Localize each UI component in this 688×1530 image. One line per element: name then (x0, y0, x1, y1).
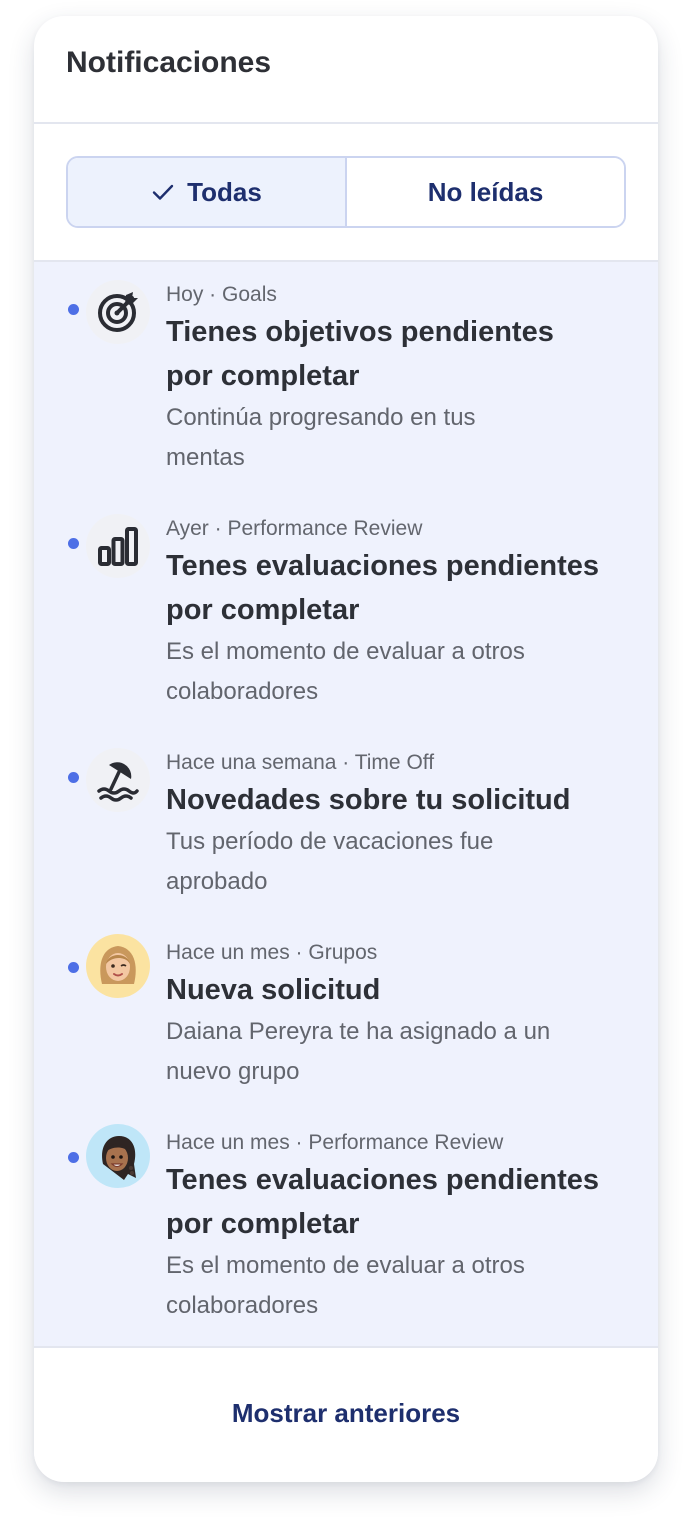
unread-dot (68, 538, 79, 549)
page-title: Notificaciones (66, 46, 272, 79)
notification-description-line: Tus período de vacaciones fue (166, 828, 494, 855)
avatar-braids-woman-icon (86, 1124, 150, 1188)
notification-description-line: colaboradores (166, 678, 319, 705)
notification-title-line: Nueva solicitud (166, 974, 381, 1006)
notification-description-line: nuevo grupo (166, 1058, 300, 1085)
notification-description-line: aprobado (166, 868, 268, 895)
notification-list: Hoy · Goals Tienes objetivos pendientes … (34, 262, 658, 1346)
filter-all-label: Todas (187, 176, 262, 207)
avatar-blonde-woman-icon (86, 934, 150, 998)
panel-header: Notificaciones (34, 16, 658, 124)
notifications-panel: Notificaciones Todas No leídas Hoy · Goa… (34, 16, 658, 1482)
notification-description-line: mentas (166, 444, 245, 471)
notification-description-line: Continúa progresando en tus (166, 404, 476, 431)
notification-meta: Hace una semana · Time Off (166, 751, 435, 774)
notification-item[interactable]: Hace un mes · Performance Review Tenes e… (34, 1124, 658, 1362)
filter-unread-button[interactable]: No leídas (347, 158, 624, 226)
unread-dot (68, 962, 79, 973)
panel-footer: Mostrar anteriores (34, 1346, 658, 1480)
notification-title-line: por completar (166, 360, 360, 392)
unread-dot (68, 304, 79, 315)
notification-title-line: por completar (166, 594, 360, 626)
bar-chart-icon (86, 514, 150, 578)
notification-description-line: Daiana Pereyra te ha asignado a un (166, 1018, 551, 1045)
filter-all-button[interactable]: Todas (68, 158, 347, 226)
notification-description-line: Es el momento de evaluar a otros (166, 638, 525, 665)
notification-item[interactable]: Hace un mes · Grupos Nueva solicitud Dai… (34, 934, 658, 1128)
notification-meta: Hace un mes · Grupos (166, 941, 378, 964)
filter-segmented-control: Todas No leídas (66, 156, 626, 228)
notification-meta: Hace un mes · Performance Review (166, 1131, 504, 1154)
notification-meta: Hoy · Goals (166, 283, 277, 306)
target-icon (86, 280, 150, 344)
unread-dot (68, 772, 79, 783)
notification-title-line: por completar (166, 1208, 360, 1240)
notification-title-line: Novedades sobre tu solicitud (166, 784, 571, 816)
beach-umbrella-icon (86, 748, 150, 812)
notification-title-line: Tenes evaluaciones pendientes (166, 1164, 600, 1196)
notification-description-line: colaboradores (166, 1292, 319, 1319)
filter-unread-label: No leídas (427, 176, 544, 207)
notification-item[interactable]: Ayer · Performance Review Tenes evaluaci… (34, 514, 658, 748)
notification-meta: Ayer · Performance Review (166, 517, 423, 540)
notification-item[interactable]: Hoy · Goals Tienes objetivos pendientes … (34, 280, 658, 514)
check-icon (152, 184, 174, 200)
notification-title-line: Tienes objetivos pendientes (166, 316, 554, 348)
notification-title-line: Tenes evaluaciones pendientes (166, 550, 600, 582)
notification-description-line: Es el momento de evaluar a otros (166, 1252, 525, 1279)
unread-dot (68, 1152, 79, 1163)
filter-zone: Todas No leídas (34, 124, 658, 262)
show-older-button[interactable]: Mostrar anteriores (232, 1398, 460, 1429)
notification-item[interactable]: Hace una semana · Time Off Novedades sob… (34, 748, 658, 938)
